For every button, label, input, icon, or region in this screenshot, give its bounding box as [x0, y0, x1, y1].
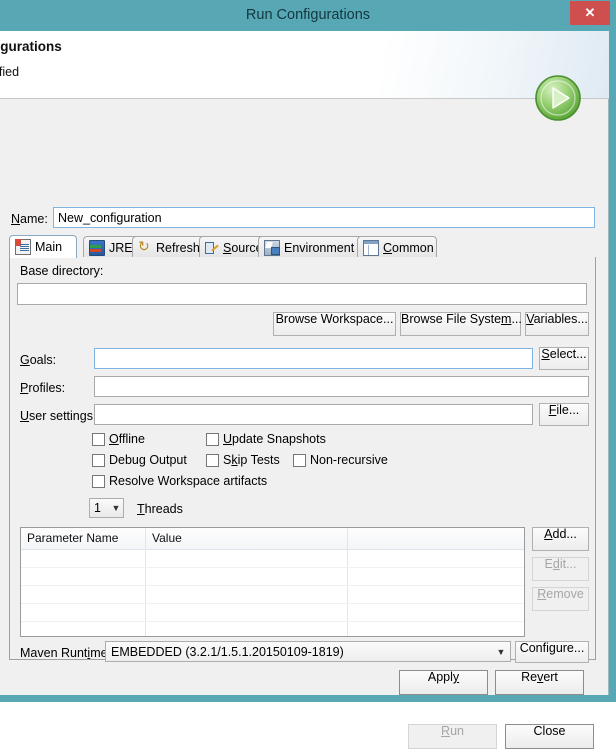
remove-parameter-button: Remove	[532, 587, 589, 611]
cell-divider	[347, 586, 348, 603]
common-icon	[363, 239, 379, 256]
maven-runtime-select[interactable]: EMBEDDED (3.2.1/1.5.1.20150109-1819) ▼	[105, 641, 511, 662]
select-goals-button[interactable]: Select...	[539, 347, 589, 370]
cell-divider	[145, 604, 146, 621]
goals-label: Goals:	[20, 353, 57, 367]
window-titlebar: Run Configurations ✕	[0, 0, 616, 31]
checkbox-resolve-workspace-artifacts-label: Resolve Workspace artifacts	[109, 474, 268, 488]
chevron-down-icon: ▼	[496, 646, 506, 657]
table-row[interactable]	[21, 550, 524, 568]
tab-strip: Main JRE Refresh Source Environment	[9, 235, 596, 258]
cell-divider	[347, 550, 348, 567]
close-button[interactable]: Close	[505, 724, 594, 749]
window-title: Run Configurations	[245, 7, 371, 23]
run-configurations-window: Run Configurations ✕ configurations peci…	[0, 0, 616, 749]
checkbox-non-recursive-label: Non-recursive	[310, 453, 388, 467]
tab-common-label: Common	[383, 240, 434, 255]
tab-source-label: Source	[223, 240, 263, 255]
column-header-parameter-name: Parameter Name	[27, 531, 119, 545]
configure-maven-runtime-button[interactable]: Configure...	[515, 641, 589, 663]
tab-jre-label: JRE	[109, 240, 133, 255]
checkbox-box	[206, 432, 219, 446]
base-directory-label: Base directory:	[20, 264, 104, 278]
page-title: configurations	[0, 39, 62, 54]
cell-divider	[347, 604, 348, 621]
maven-runtime-value: EMBEDDED (3.2.1/1.5.1.20150109-1819)	[111, 644, 344, 659]
column-divider-1[interactable]	[145, 528, 146, 549]
source-icon	[205, 241, 219, 255]
revert-button[interactable]: Revert	[495, 670, 584, 695]
goals-input[interactable]	[94, 348, 533, 369]
checkbox-box	[206, 453, 219, 467]
maven-runtime-label: Maven Runtime:	[20, 646, 112, 660]
checkbox-box	[92, 474, 105, 488]
table-row[interactable]	[21, 604, 524, 622]
base-directory-input[interactable]	[17, 283, 587, 305]
main-tab-page: Base directory: Browse Workspace... Brow…	[9, 257, 596, 663]
checkbox-debug-output-label: Debug Output	[109, 453, 187, 467]
table-row[interactable]	[21, 586, 524, 604]
table-row[interactable]	[21, 568, 524, 586]
cell-divider	[145, 550, 146, 567]
cell-divider	[347, 568, 348, 585]
apply-button[interactable]: Apply	[399, 670, 488, 695]
chevron-down-icon: ▼	[111, 503, 121, 513]
user-settings-input[interactable]	[94, 404, 533, 425]
cell-divider	[145, 586, 146, 603]
run-button: Run	[408, 724, 497, 749]
name-label: Name:	[11, 212, 48, 226]
name-input[interactable]	[53, 207, 595, 228]
add-parameter-button[interactable]: Add...	[532, 527, 589, 551]
checkbox-skip-tests[interactable]: Skip Tests	[206, 453, 280, 467]
checkbox-debug-output[interactable]: Debug Output	[92, 453, 187, 467]
cell-divider	[347, 622, 348, 636]
dialog-content: Name: Main JRE Refresh Source	[0, 99, 609, 749]
environment-icon	[264, 239, 280, 256]
checkbox-offline-label: Offline	[109, 432, 145, 446]
main-config-icon	[15, 239, 31, 255]
tab-refresh[interactable]: Refresh	[132, 236, 206, 258]
table-row[interactable]	[21, 622, 524, 636]
checkbox-update-snapshots-label: Update Snapshots	[223, 432, 326, 446]
profiles-input[interactable]	[94, 376, 589, 397]
refresh-icon	[138, 238, 152, 255]
checkbox-box	[293, 453, 306, 467]
tab-environment[interactable]: Environment	[258, 236, 364, 258]
tab-environment-label: Environment	[284, 240, 355, 255]
tab-main[interactable]: Main	[9, 235, 77, 258]
threads-label: Threads	[137, 502, 183, 516]
user-settings-file-button[interactable]: File...	[539, 403, 589, 426]
tab-jre[interactable]: JRE	[83, 236, 139, 258]
user-settings-label: User settings:	[20, 409, 97, 423]
parameters-table-header: Parameter Name Value	[21, 528, 524, 550]
checkbox-offline[interactable]: Offline	[92, 432, 145, 446]
page-subtitle: pecified	[0, 65, 20, 79]
profiles-label: Profiles:	[20, 381, 66, 395]
jre-icon	[89, 239, 105, 256]
column-header-value: Value	[152, 531, 182, 545]
tab-common[interactable]: Common	[357, 236, 437, 258]
checkbox-non-recursive[interactable]: Non-recursive	[293, 453, 388, 467]
dialog-body: configurations pecified Name:	[0, 31, 609, 749]
cell-divider	[145, 568, 146, 585]
threads-select[interactable]: 1 ▼	[89, 498, 124, 518]
close-icon[interactable]: ✕	[570, 1, 610, 25]
column-divider-2[interactable]	[347, 528, 348, 549]
tab-source[interactable]: Source	[199, 236, 265, 258]
checkbox-update-snapshots[interactable]: Update Snapshots	[206, 432, 326, 446]
threads-value: 1	[94, 501, 101, 515]
variables-button[interactable]: Variables...	[525, 312, 589, 336]
browse-file-system-button[interactable]: Browse File System...	[400, 312, 522, 336]
tab-main-label: Main	[35, 240, 63, 254]
edit-parameter-button: Edit...	[532, 557, 589, 581]
browse-workspace-button[interactable]: Browse Workspace...	[273, 312, 396, 336]
dialog-header: configurations pecified	[0, 31, 609, 121]
checkbox-resolve-workspace-artifacts[interactable]: Resolve Workspace artifacts	[92, 474, 267, 488]
checkbox-box	[92, 453, 105, 467]
checkbox-skip-tests-label: Skip Tests	[223, 453, 280, 467]
checkbox-box	[92, 432, 105, 446]
tab-refresh-label: Refresh	[156, 240, 200, 255]
cell-divider	[145, 622, 146, 636]
parameters-table[interactable]: Parameter Name Value	[20, 527, 525, 637]
